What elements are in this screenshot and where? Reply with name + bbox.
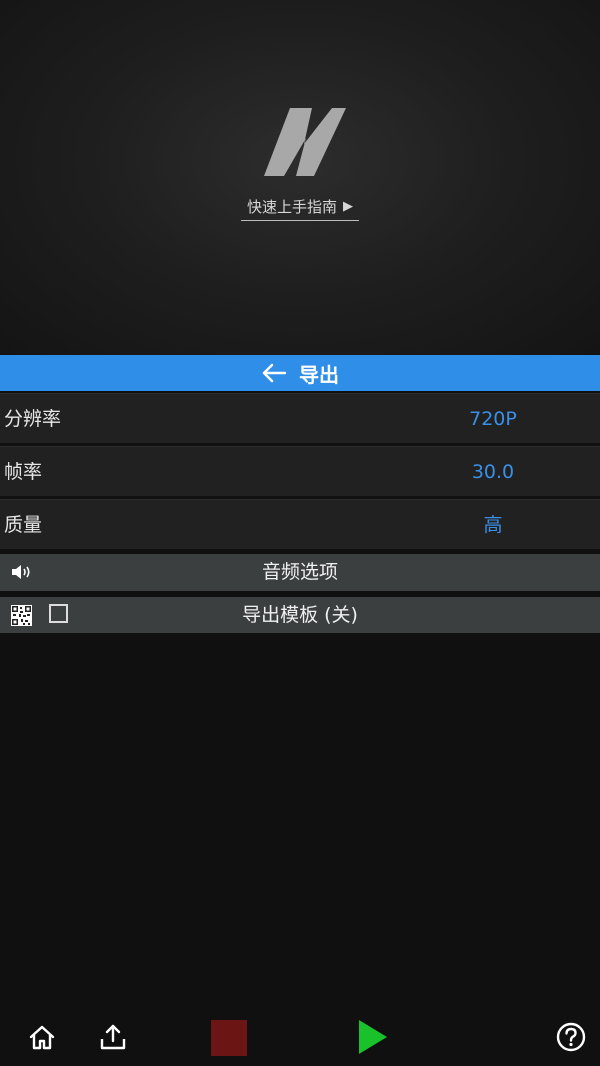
export-title-bar: 导出 bbox=[0, 355, 600, 391]
page-title: 导出 bbox=[299, 362, 339, 387]
export-template-bar[interactable]: 导出模板 (关) bbox=[0, 597, 600, 633]
play-icon[interactable] bbox=[357, 1019, 389, 1055]
resolution-label: 分辨率 bbox=[4, 408, 62, 430]
frame-rate-label: 帧率 bbox=[4, 461, 43, 483]
home-icon[interactable] bbox=[29, 1024, 55, 1050]
bottom-toolbar bbox=[0, 1006, 600, 1066]
stop-icon[interactable] bbox=[211, 1020, 247, 1056]
resolution-value[interactable]: 720P bbox=[430, 394, 556, 444]
share-upload-icon[interactable] bbox=[99, 1023, 127, 1051]
video-preview-area: 快速上手指南 ▶ bbox=[0, 0, 600, 355]
export-template-label: 导出模板 (关) bbox=[242, 604, 358, 626]
frame-rate-row[interactable]: 帧率 30.0 bbox=[0, 446, 600, 496]
guide-link-label: 快速上手指南 bbox=[246, 198, 337, 216]
quick-start-guide-link[interactable]: 快速上手指南 ▶ bbox=[241, 193, 359, 221]
quality-row[interactable]: 质量 高 bbox=[0, 499, 600, 549]
help-icon[interactable] bbox=[556, 1022, 586, 1052]
app-logo-n-icon bbox=[264, 108, 346, 176]
quality-value[interactable]: 高 bbox=[430, 500, 556, 550]
export-screen: 快速上手指南 ▶ 导出 分辨率 720P 帧率 30.0 质量 高 音频选项 导… bbox=[0, 0, 600, 1066]
audio-options-label: 音频选项 bbox=[261, 561, 338, 583]
play-triangle-icon: ▶ bbox=[343, 199, 353, 214]
resolution-row[interactable]: 分辨率 720P bbox=[0, 393, 600, 443]
audio-options-button[interactable]: 音频选项 bbox=[0, 554, 600, 591]
quality-label: 质量 bbox=[4, 514, 43, 536]
frame-rate-value[interactable]: 30.0 bbox=[430, 447, 556, 497]
arrow-left-icon[interactable] bbox=[261, 363, 287, 383]
